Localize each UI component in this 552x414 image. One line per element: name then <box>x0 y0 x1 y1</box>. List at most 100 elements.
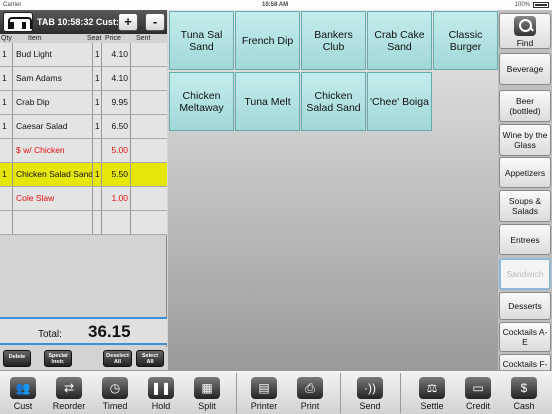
order-column-headers: Qty Item Seat Price Sent <box>0 34 167 43</box>
category-label: Wine by the Glass <box>502 130 548 150</box>
order-cell-qty <box>0 187 13 210</box>
order-row[interactable]: 1 Bud Light 1 4.10 <box>0 43 167 67</box>
category-desserts[interactable]: Desserts <box>499 292 551 320</box>
order-row[interactable]: Cole Slaw 1.00 <box>0 187 167 211</box>
category-appetizers[interactable]: Appetizers <box>499 157 551 188</box>
table-icon[interactable] <box>3 12 33 32</box>
toolbar-label: Cust <box>13 401 33 411</box>
order-cell-item: Caesar Salad <box>13 115 93 138</box>
menu-item-button[interactable]: Crab Cake Sand <box>367 11 432 70</box>
category-entrees[interactable]: Entrees <box>499 224 551 255</box>
cash-button[interactable]: $ Cash <box>502 374 546 414</box>
category-beer-bottled[interactable]: Beer (bottled) <box>499 90 551 122</box>
menu-item-button[interactable]: Tuna Melt <box>235 72 300 131</box>
order-row[interactable]: 1 Chicken Salad Sand 1 5.50 <box>0 163 167 187</box>
order-row[interactable]: 1 Caesar Salad 1 6.50 <box>0 115 167 139</box>
remove-customer-button[interactable]: - <box>145 13 165 31</box>
credit-button[interactable]: ▭ Credit <box>456 374 500 414</box>
order-cell-item: Sam Adams <box>13 67 93 90</box>
tab-header: TAB 10:58:32 Cust: + - <box>0 10 167 34</box>
toolbar-label: Send <box>359 401 381 411</box>
toolbar-label: Credit <box>465 401 490 411</box>
clock-icon: ◷ <box>102 377 128 399</box>
order-cell-item: Bud Light <box>13 43 93 66</box>
category-label: Beer (bottled) <box>509 96 541 116</box>
order-row[interactable] <box>0 211 167 235</box>
pause-icon: ❚❚ <box>148 377 174 399</box>
special-label-2: Instr. <box>51 359 65 365</box>
add-customer-button[interactable]: + <box>118 13 138 31</box>
order-cell-price: 5.00 <box>102 139 131 162</box>
category-cocktails-a-e[interactable]: Cocktails A-E <box>499 322 551 352</box>
menu-item-button[interactable]: 'Chee' Boiga <box>367 72 432 131</box>
col-item: Item <box>28 35 42 42</box>
timed-button[interactable]: ◷ Timed <box>93 374 137 414</box>
printer-button[interactable]: ▤ Printer <box>242 374 286 414</box>
menu-item-button[interactable]: Bankers Club <box>301 11 366 70</box>
order-cell-sent <box>131 91 167 114</box>
delete-button[interactable]: Delete <box>3 350 31 367</box>
select-all-button[interactable]: Select All <box>136 350 164 367</box>
reorder-icon: ⇄ <box>56 377 82 399</box>
menu-item-button[interactable]: Chicken Salad Sand <box>301 72 366 131</box>
settle-button[interactable]: ⚖ Settle <box>410 374 454 414</box>
status-bar: Carrier 10:58 AM 100% <box>0 0 552 10</box>
special-instructions-button[interactable]: Special Instr. <box>44 350 72 367</box>
order-cell-item: Crab Dip <box>13 91 93 114</box>
order-cell-qty: 1 <box>0 115 13 138</box>
toolbar-label: Timed <box>102 401 128 411</box>
order-cell-sent <box>131 115 167 138</box>
order-cell-price: 6.50 <box>102 115 131 138</box>
toolbar-divider <box>400 373 401 413</box>
order-row[interactable]: 1 Crab Dip 1 9.95 <box>0 91 167 115</box>
order-cell-sent <box>131 43 167 66</box>
scale-icon: ⚖ <box>419 377 445 399</box>
dollar-icon: $ <box>511 377 537 399</box>
order-cell-seat: 1 <box>93 91 102 114</box>
category-soups-salads[interactable]: Soups & Salads <box>499 190 551 222</box>
category-label: Soups & Salads <box>508 196 542 216</box>
toolbar-divider <box>236 373 237 413</box>
menu-item-button[interactable]: Classic Burger <box>433 11 498 70</box>
order-cell-item: Cole Slaw <box>13 187 93 210</box>
category-beverage[interactable]: Beverage <box>499 53 551 85</box>
category-label: Sandwich <box>506 269 544 279</box>
toolbar-label: Settle <box>420 401 444 411</box>
split-button[interactable]: ▦ Split <box>185 374 229 414</box>
toolbar-divider <box>340 373 341 413</box>
category-label: Entrees <box>510 234 540 245</box>
order-cell-seat: 1 <box>93 163 102 186</box>
order-row[interactable]: 1 Sam Adams 1 4.10 <box>0 67 167 91</box>
order-row[interactable]: $ w/ Chicken 5.00 <box>0 139 167 163</box>
toolbar-label: Split <box>198 401 216 411</box>
order-list: 1 Bud Light 1 4.10 1 Sam Adams 1 4.10 1 Crab Dip 1… <box>0 43 167 235</box>
battery-percent: 100% <box>514 2 530 8</box>
order-cell-qty <box>0 139 13 162</box>
order-cell-price: 1.00 <box>102 187 131 210</box>
menu-item-button[interactable]: French Dip <box>235 11 300 70</box>
reorder-button[interactable]: ⇄ Reorder <box>47 374 91 414</box>
toolbar-label: Reorder <box>52 401 86 411</box>
carrier-label: Carrier <box>3 2 22 8</box>
hold-button[interactable]: ❚❚ Hold <box>139 374 183 414</box>
toolbar-label: Print <box>300 401 320 411</box>
order-cell-sent <box>131 163 167 186</box>
category-find[interactable]: Find <box>499 13 551 49</box>
category-wine-by-the-glass[interactable]: Wine by the Glass <box>499 124 551 156</box>
category-sandwich[interactable]: Sandwich <box>499 258 551 290</box>
category-label: Find <box>516 38 534 48</box>
menu-item-button[interactable]: Tuna Sal Sand <box>169 11 234 70</box>
print-button[interactable]: ⎙ Print <box>288 374 332 414</box>
menu-item-button[interactable]: Chicken Meltaway <box>169 72 234 131</box>
col-qty: Qty <box>1 35 12 42</box>
people-icon: 👥 <box>10 377 36 399</box>
printer-icon: ⎙ <box>297 377 323 399</box>
order-cell-price: 4.10 <box>102 67 131 90</box>
cust-button[interactable]: 👥 Cust <box>1 374 45 414</box>
category-label: Appetizers <box>504 167 546 178</box>
send-button[interactable]: ·)) Send <box>348 374 392 414</box>
select-label-2: All <box>146 359 154 365</box>
deselect-all-button[interactable]: Deselect All <box>103 350 132 367</box>
credit-card-icon: ▭ <box>465 377 491 399</box>
bottom-toolbar: 👥 Cust ⇄ Reorder ◷ Timed ❚❚ Hold ▦ Split ▤ Printer ⎙… <box>0 370 552 414</box>
